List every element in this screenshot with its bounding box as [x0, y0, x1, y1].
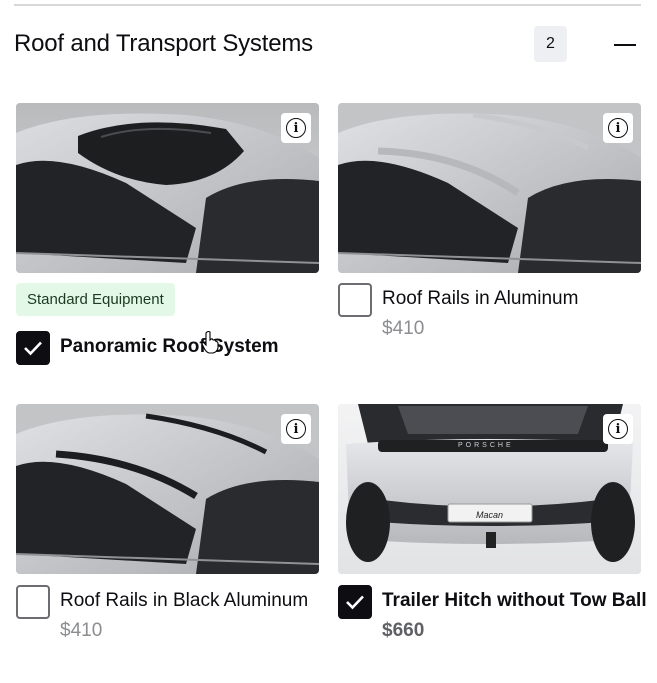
option-checkbox[interactable] [338, 585, 372, 619]
option-row[interactable]: Roof Rails in Aluminum $410 [338, 283, 578, 341]
info-button[interactable]: i [281, 414, 311, 444]
info-icon: i [608, 118, 628, 138]
car-roof-rails-black-image: i [16, 404, 319, 574]
option-checkbox[interactable] [16, 331, 50, 365]
option-row[interactable]: Roof Rails in Black Aluminum $410 [16, 585, 308, 643]
checkmark-icon [24, 341, 42, 356]
option-checkbox[interactable] [16, 585, 50, 619]
info-icon: i [608, 419, 628, 439]
option-price: $660 [382, 620, 425, 641]
section-divider [14, 4, 641, 6]
option-card-panoramic-roof: i Standard Equipment Panoramic Roof Syst… [16, 103, 319, 365]
car-panoramic-roof-image: i [16, 103, 319, 273]
info-icon: i [286, 118, 306, 138]
info-button[interactable]: i [603, 113, 633, 143]
car-rear-trailer-hitch-image: PORSCHE Macan i [338, 404, 641, 574]
section-title: Roof and Transport Systems [14, 30, 313, 57]
info-icon: i [286, 419, 306, 439]
option-name: Trailer Hitch without Tow Ball [382, 590, 647, 611]
collapse-button[interactable] [608, 28, 642, 62]
checkmark-icon [346, 595, 364, 610]
rear-model-plate: Macan [476, 510, 504, 520]
section-header[interactable]: Roof and Transport Systems 2 [14, 24, 641, 66]
rear-brand-lettering: PORSCHE [458, 442, 514, 449]
car-roof-rails-aluminum-image: i [338, 103, 641, 273]
standard-equipment-badge: Standard Equipment [16, 283, 175, 316]
option-name: Roof Rails in Black Aluminum [60, 590, 309, 611]
option-row[interactable]: Panoramic Roof System [16, 331, 279, 365]
minus-icon [614, 44, 636, 46]
option-row[interactable]: Trailer Hitch without Tow Ball $660 [338, 585, 647, 643]
selected-count-badge: 2 [534, 26, 567, 62]
option-card-trailer-hitch: PORSCHE Macan i Trailer Hitch without To… [338, 404, 647, 641]
option-card-roof-rails-aluminum: i Roof Rails in Aluminum $410 [338, 103, 641, 339]
info-button[interactable]: i [603, 414, 633, 444]
option-card-roof-rails-black: i Roof Rails in Black Aluminum $410 [16, 404, 319, 641]
option-price: $410 [382, 318, 425, 339]
info-button[interactable]: i [281, 113, 311, 143]
option-price: $410 [60, 620, 103, 641]
option-name: Roof Rails in Aluminum [382, 288, 579, 309]
option-name: Panoramic Roof System [60, 336, 279, 357]
option-checkbox[interactable] [338, 283, 372, 317]
